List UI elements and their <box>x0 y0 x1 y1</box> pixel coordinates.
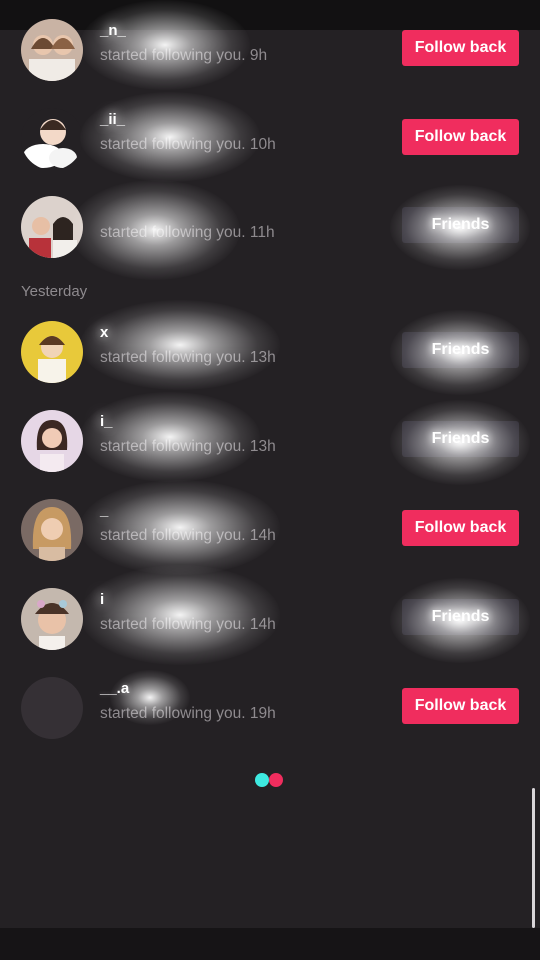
activity-text: started following you. 10h <box>100 136 276 153</box>
activity-text: started following you. 19h <box>100 705 276 722</box>
friends-button[interactable]: Friends <box>402 207 519 243</box>
username[interactable]: _n_ <box>100 22 126 39</box>
blonde-girl-avatar-icon <box>21 499 83 561</box>
follow-back-button[interactable]: Follow back <box>402 119 519 155</box>
user-avatar[interactable] <box>21 19 83 81</box>
user-avatar[interactable] <box>21 321 83 383</box>
username[interactable]: __.a <box>100 680 129 697</box>
activity-text: started following you. 14h <box>100 527 276 544</box>
follow-back-button[interactable]: Follow back <box>402 510 519 546</box>
user-avatar[interactable] <box>21 196 83 258</box>
section-header: Yesterday <box>21 283 88 300</box>
user-avatar[interactable] <box>21 108 83 170</box>
follow-back-button[interactable]: Follow back <box>402 688 519 724</box>
notification-row[interactable]: i_ started following you. 13h Friends <box>0 405 540 477</box>
friends-button[interactable]: Friends <box>402 332 519 368</box>
notification-row[interactable]: i started following you. 14h Friends <box>0 583 540 655</box>
child-avatar-icon <box>21 588 83 650</box>
user-avatar[interactable] <box>21 410 83 472</box>
dark-hair-girl-avatar-icon <box>21 410 83 472</box>
follow-back-button[interactable]: Follow back <box>402 30 519 66</box>
loading-indicator <box>255 773 285 787</box>
yellow-avatar-icon <box>21 321 83 383</box>
bottom-bar <box>0 928 540 960</box>
activity-text: started following you. 13h <box>100 349 276 366</box>
notification-row[interactable]: _n_ started following you. 9h Follow bac… <box>0 14 540 86</box>
loader-dot-pink <box>269 773 283 787</box>
two-girls-avatar-icon <box>21 19 83 81</box>
friends-button[interactable]: Friends <box>402 421 519 457</box>
notification-row[interactable]: _ii_ started following you. 10h Follow b… <box>0 103 540 175</box>
username[interactable]: x <box>100 324 108 341</box>
loader-dot-cyan <box>255 773 269 787</box>
username[interactable]: _ii_ <box>100 111 125 128</box>
activity-text: started following you. 13h <box>100 438 276 455</box>
user-avatar[interactable] <box>21 677 83 739</box>
activity-text: started following you. 11h <box>100 224 275 241</box>
activity-text: started following you. 9h <box>100 47 268 64</box>
username[interactable]: i <box>100 591 104 608</box>
scrollbar[interactable] <box>532 788 535 928</box>
user-avatar[interactable] <box>21 499 83 561</box>
user-avatar[interactable] <box>21 588 83 650</box>
friends-button[interactable]: Friends <box>402 599 519 635</box>
notification-row[interactable]: __.a started following you. 19h Follow b… <box>0 672 540 744</box>
username[interactable]: i_ <box>100 413 113 430</box>
notification-row[interactable]: started following you. 11h Friends <box>0 191 540 263</box>
two-people-avatar-icon <box>21 196 83 258</box>
username[interactable]: _ <box>100 502 108 519</box>
notification-row[interactable]: x started following you. 13h Friends <box>0 316 540 388</box>
cartoon-avatar-icon <box>21 108 83 170</box>
activity-text: started following you. 14h <box>100 616 276 633</box>
notification-row[interactable]: _ started following you. 14h Follow back <box>0 494 540 566</box>
